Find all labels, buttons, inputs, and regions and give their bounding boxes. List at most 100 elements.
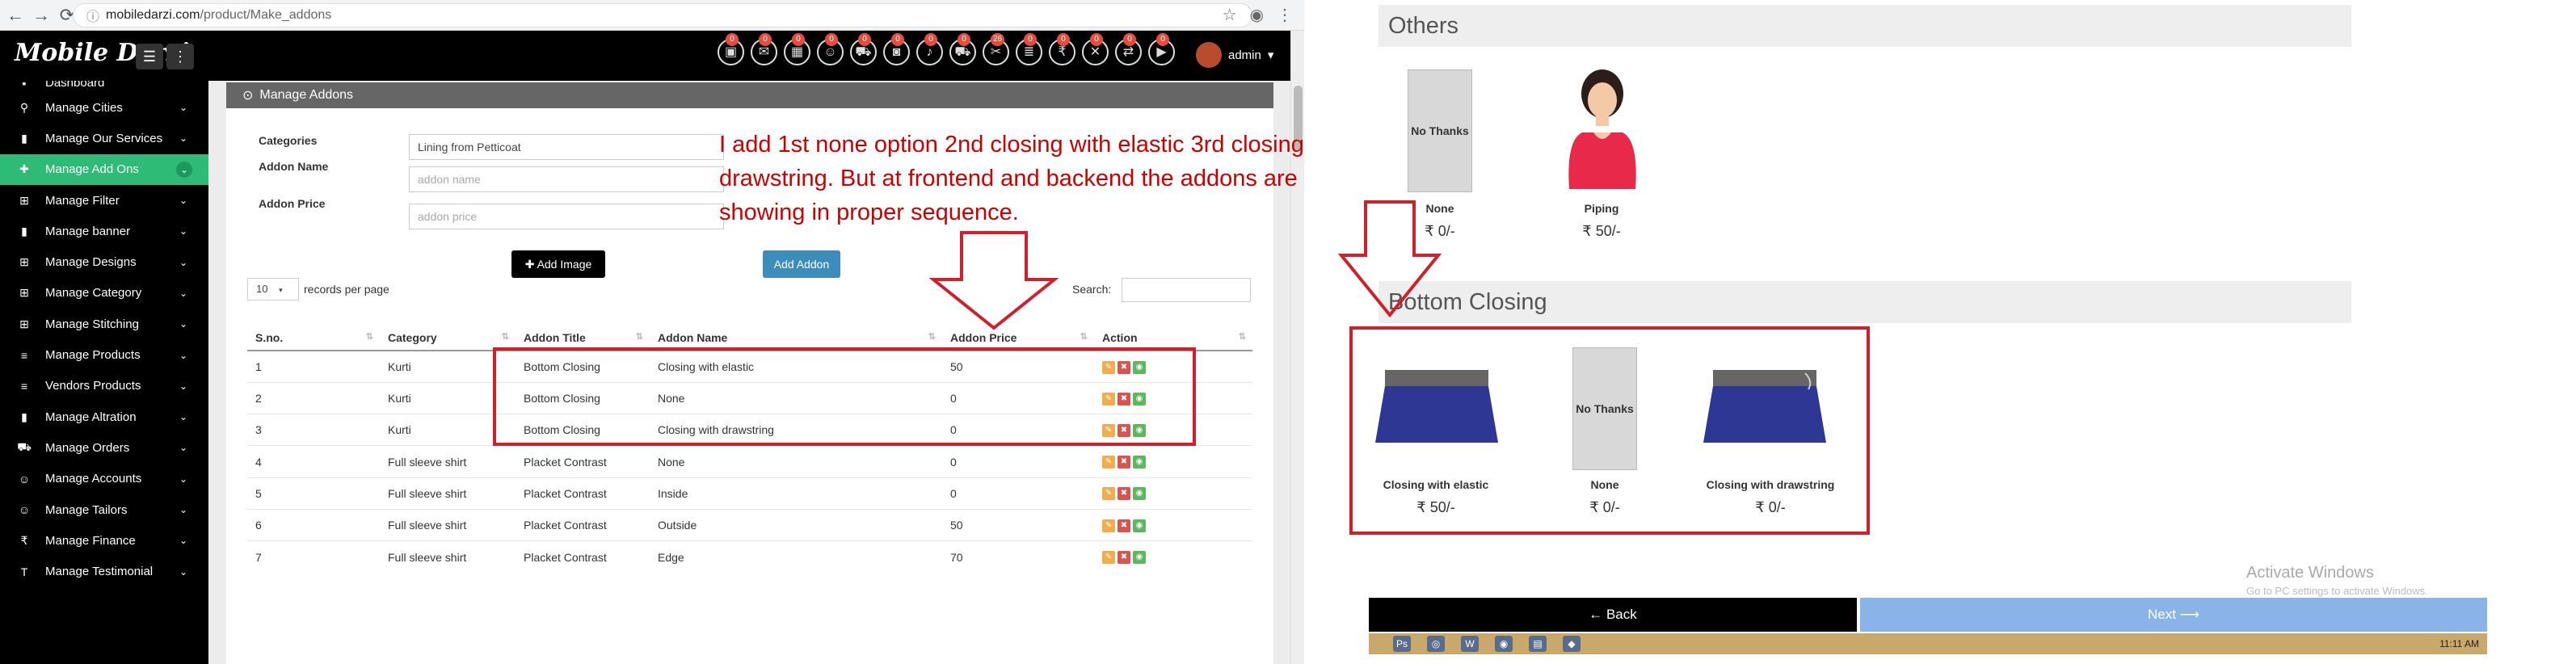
notification-count-badge: 0	[726, 33, 739, 46]
sidebar-item-manage-accounts[interactable]: ☺ Manage Accounts ⌄	[0, 464, 208, 494]
addon-price-input[interactable]: addon price	[409, 204, 724, 229]
view-icon[interactable]: ◉	[1133, 519, 1146, 532]
back-arrow-icon[interactable]: ←	[5, 5, 26, 26]
folder-icon[interactable]: ▤	[1529, 636, 1547, 652]
delete-icon[interactable]: ✖	[1118, 487, 1130, 501]
sidebar-item-manage-banner[interactable]: ▮ Manage banner ⌄	[0, 216, 208, 246]
back-button[interactable]: ← Back	[1369, 598, 1857, 632]
table-cell: 6	[247, 508, 380, 541]
bell-icon[interactable]: ♪ 0	[916, 33, 943, 65]
sidebar-item-manage-tailors[interactable]: ☺ Manage Tailors ⌄	[0, 494, 208, 525]
bookmark-star-icon[interactable]: ☆	[1223, 5, 1237, 25]
none-thumbnail[interactable]: No Thanks	[1408, 69, 1472, 192]
sidebar-item-manage-our-services[interactable]: ▮ Manage Our Services ⌄	[0, 123, 208, 153]
edit-icon[interactable]: ✎	[1102, 519, 1115, 532]
skirt-elastic-image[interactable]	[1374, 368, 1500, 446]
skirt-drawstring-image[interactable]	[1702, 368, 1828, 446]
user-name: admin	[1228, 48, 1261, 62]
sidebar-item-manage-orders[interactable]: ⛟ Manage Orders ⌄	[0, 432, 208, 463]
extension-icon[interactable]: ◉	[1250, 5, 1264, 25]
sort-icon[interactable]: ⇅	[1080, 331, 1088, 342]
camera-icon[interactable]: ◙ 0	[883, 33, 910, 65]
photoshop-icon[interactable]: Ps	[1393, 636, 1411, 652]
truck-icon[interactable]: ⛟ 0	[949, 33, 976, 65]
id-card-icon[interactable]: ▦ 0	[784, 33, 810, 65]
add-addon-button[interactable]: Add Addon	[763, 250, 840, 278]
forward-arrow-icon[interactable]: →	[31, 5, 52, 26]
sidebar-item-label: Manage Testimonial	[45, 565, 154, 579]
notification-count-badge: 0	[759, 33, 772, 46]
delete-icon[interactable]: ✖	[1118, 519, 1130, 532]
view-icon[interactable]: ◉	[1133, 456, 1146, 469]
user-menu[interactable]: admin ▾	[1196, 42, 1273, 68]
sidebar-item-manage-products[interactable]: ≡ Manage Products ⌄	[0, 339, 208, 370]
piping-woman-image[interactable]	[1558, 68, 1647, 197]
addon-name-input[interactable]: addon name	[409, 166, 724, 192]
video-icon[interactable]: ▶ 0	[1148, 33, 1175, 65]
page-scrollbar[interactable]	[1290, 31, 1304, 664]
caret-down-icon: ▾	[279, 286, 283, 294]
cart-icon[interactable]: ⛟ 0	[850, 33, 877, 65]
sidebar-item-manage-filter[interactable]: ⊞ Manage Filter ⌄	[0, 185, 208, 216]
sidebar-item-label: Manage Cities	[45, 100, 123, 115]
page-length-select[interactable]: 10 ▾	[247, 278, 299, 300]
sidebar-item-manage-designs[interactable]: ⊞ Manage Designs ⌄	[0, 246, 208, 277]
sidebar-item-manage-stitching[interactable]: ⊞ Manage Stitching ⌄	[0, 309, 208, 339]
table-row: 7 Full sleeve shirt Placket Contrast Edge 70…	[247, 540, 1252, 574]
sidebar-toggle-button[interactable]: ☰	[136, 44, 163, 69]
edit-icon[interactable]: ✎	[1102, 456, 1115, 469]
sidebar-item-dashboard[interactable]: ▪ Dashboard	[0, 81, 208, 92]
sidebar-item-label: Manage Add Ons	[45, 162, 139, 177]
browser-menu-icon[interactable]: ⋮	[1277, 5, 1293, 25]
none-thumbnail[interactable]: No Thanks	[1572, 347, 1637, 470]
chrome-icon[interactable]: ◉	[1495, 636, 1513, 652]
next-button[interactable]: Next ⟶	[1860, 598, 2487, 632]
close-icon[interactable]: ✕ 0	[1082, 33, 1109, 65]
sidebar-item-manage-cities[interactable]: ⚲ Manage Cities ⌄	[0, 92, 208, 123]
table-cell: None	[650, 445, 942, 478]
sort-icon[interactable]: ⇅	[928, 331, 936, 342]
sidebar-item-manage-category[interactable]: ⊞ Manage Category ⌄	[0, 278, 208, 309]
sidebar-item-manage-finance[interactable]: ₹ Manage Finance ⌄	[0, 525, 208, 556]
more-options-button[interactable]: ⋮	[166, 44, 194, 69]
no-thanks-text: No Thanks	[1411, 124, 1469, 137]
edit-icon[interactable]: ✎	[1102, 487, 1115, 501]
user-icon[interactable]: ☺ 0	[817, 33, 844, 65]
records-per-page-label: records per page	[304, 283, 389, 296]
view-icon[interactable]: ◉	[1133, 487, 1146, 501]
sort-icon[interactable]: ⇅	[1239, 331, 1246, 342]
table-cell: Full sleeve shirt	[380, 508, 516, 541]
sort-icon[interactable]: ⇅	[636, 331, 643, 342]
sort-icon[interactable]: ⇅	[502, 331, 509, 342]
sidebar-item-manage-add-ons[interactable]: ✚ Manage Add Ons ⌄	[0, 153, 208, 185]
edit-icon[interactable]: ✎	[1102, 551, 1115, 565]
info-icon[interactable]: ⓘ	[86, 6, 99, 25]
delete-icon[interactable]: ✖	[1118, 456, 1130, 469]
sidebar-item-vendors-products[interactable]: ≡ Vendors Products ⌄	[0, 371, 208, 401]
view-icon[interactable]: ◉	[1133, 551, 1146, 565]
option-label: Closing with elastic	[1383, 478, 1489, 491]
action-cell: ✎ ✖ ◉	[1094, 540, 1252, 574]
add-image-button[interactable]: ✚ Add Image	[511, 250, 605, 278]
delete-icon[interactable]: ✖	[1118, 551, 1130, 565]
exchange-icon[interactable]: ⇄ 0	[1115, 33, 1142, 65]
inbox-icon[interactable]: ▣ 0	[718, 33, 744, 65]
word-icon[interactable]: W	[1461, 636, 1479, 652]
app-icon[interactable]: ◆	[1563, 636, 1581, 652]
categories-select[interactable]: Lining from Petticoat	[409, 134, 724, 160]
list-icon[interactable]: ≣ 0	[1016, 33, 1042, 65]
app-icon[interactable]: ◎	[1427, 636, 1445, 652]
sidebar-item-manage-altration[interactable]: ▮ Manage Altration ⌄	[0, 401, 208, 432]
address-bar[interactable]: ⓘ mobiledarzi.com /product/Make_addons	[73, 3, 1252, 27]
sidebar-item-manage-testimonial[interactable]: T Manage Testimonial ⌄	[0, 556, 208, 586]
search-input[interactable]	[1122, 278, 1251, 302]
sort-icon[interactable]: ⇅	[366, 331, 373, 342]
scissors-icon[interactable]: ✂ 26	[983, 33, 1009, 65]
chevron-down-icon: ⌄	[179, 349, 187, 361]
table-cell: 1	[247, 350, 380, 383]
column-header[interactable]: S.no. ⇅	[247, 325, 380, 351]
money-icon[interactable]: ₹0	[1049, 33, 1075, 65]
notification-count-badge: 0	[924, 33, 937, 46]
chevron-down-icon: ⌄	[179, 287, 187, 299]
message-icon[interactable]: ✉ 0	[751, 33, 777, 65]
